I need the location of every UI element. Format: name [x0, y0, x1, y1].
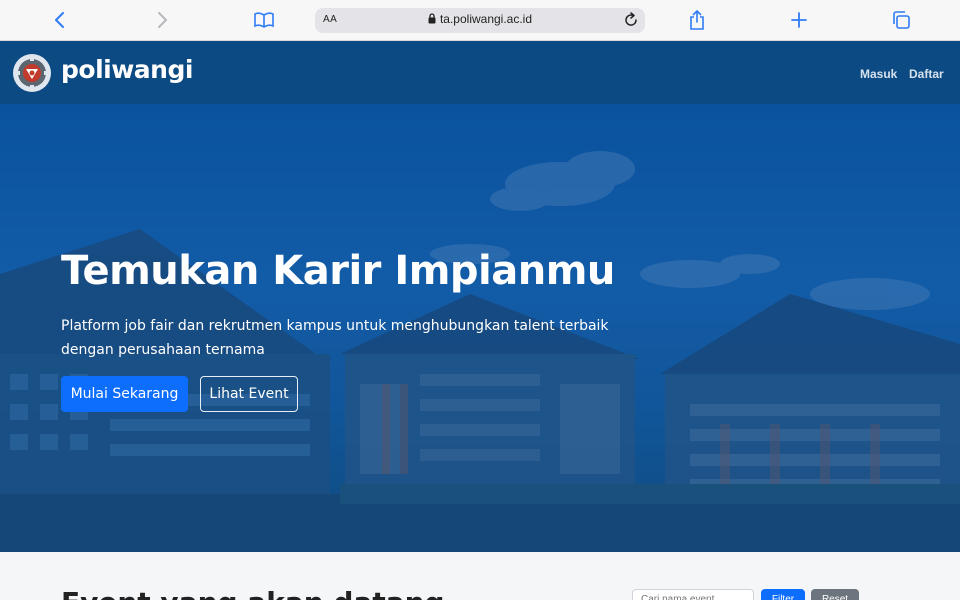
url-text: ta.poliwangi.ac.id — [439, 12, 533, 26]
poliwangi-logo[interactable] — [12, 53, 52, 93]
forward-icon[interactable] — [148, 8, 176, 32]
hero-title: Temukan Karir Impianmu — [61, 248, 615, 294]
nav-register-link[interactable]: Daftar — [909, 67, 944, 81]
tabs-icon[interactable] — [887, 8, 915, 32]
brand-name[interactable]: poliwangi — [61, 55, 193, 84]
url-field[interactable]: AA ta.poliwangi.ac.id — [315, 8, 645, 33]
lock-icon — [428, 13, 436, 27]
reset-button[interactable]: Reset — [811, 589, 859, 600]
hero-subtitle: Platform job fair dan rekrutmen kampus u… — [61, 318, 609, 358]
events-heading: Event yang akan datang — [61, 586, 445, 600]
back-icon[interactable] — [46, 8, 74, 32]
hero-banner: Temukan Karir Impianmu Platform job fair… — [0, 104, 960, 552]
view-events-button[interactable]: Lihat Event — [200, 376, 298, 412]
upcoming-events-section: Event yang akan datang Filter Reset — [0, 552, 960, 600]
plus-icon[interactable] — [785, 8, 813, 32]
browser-toolbar: AA ta.poliwangi.ac.id — [0, 0, 960, 41]
reload-icon[interactable] — [623, 12, 639, 32]
event-search-input[interactable] — [632, 589, 754, 600]
filter-button[interactable]: Filter — [761, 589, 805, 600]
nav-login-link[interactable]: Masuk — [860, 67, 897, 81]
share-icon[interactable] — [683, 8, 711, 32]
book-icon[interactable] — [250, 8, 278, 32]
start-now-button[interactable]: Mulai Sekarang — [61, 376, 188, 412]
site-header: poliwangi Masuk Daftar — [0, 41, 960, 104]
